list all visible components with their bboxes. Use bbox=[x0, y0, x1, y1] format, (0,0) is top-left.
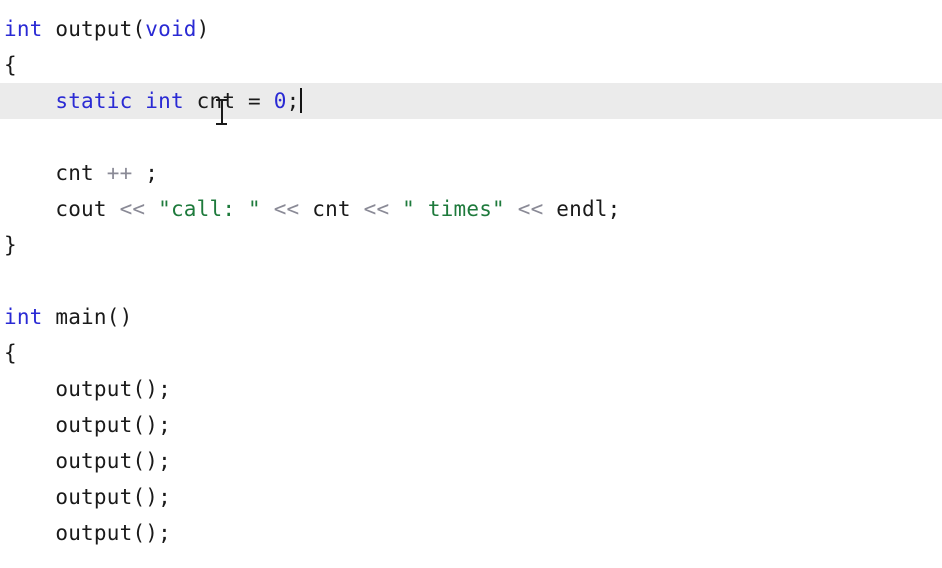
code-token-plain: ; bbox=[158, 413, 171, 437]
code-text-area[interactable]: int output(void){ static int cnt = 0; cn… bbox=[0, 11, 942, 551]
code-token-plain: () bbox=[132, 377, 159, 401]
code-token-plain: output bbox=[55, 485, 133, 509]
code-token-plain: output bbox=[55, 377, 133, 401]
code-line[interactable]: int output(void) bbox=[0, 11, 942, 47]
code-line[interactable]: } bbox=[0, 227, 942, 263]
code-token-number: 0 bbox=[273, 89, 287, 113]
code-token-keyword: void bbox=[145, 17, 197, 41]
code-token-plain: ; bbox=[158, 485, 171, 509]
code-token-string: " times" bbox=[402, 197, 505, 221]
code-token-plain: = bbox=[248, 89, 261, 113]
code-token-operator: ++ bbox=[106, 161, 133, 185]
code-token-plain: cnt bbox=[312, 197, 351, 221]
code-token-operator: << bbox=[119, 197, 146, 221]
code-token-plain: () bbox=[132, 485, 159, 509]
code-token-keyword: int bbox=[145, 89, 184, 113]
code-token-plain: { bbox=[4, 341, 17, 365]
code-token-plain: main bbox=[55, 305, 107, 329]
code-line[interactable]: static int cnt = 0; bbox=[0, 83, 942, 119]
code-token-plain: } bbox=[4, 233, 17, 257]
code-token-plain: cnt bbox=[196, 89, 236, 113]
code-token-plain: () bbox=[132, 413, 159, 437]
code-token-plain: cnt bbox=[55, 161, 94, 185]
code-token-plain: output bbox=[55, 521, 133, 545]
code-token-plain: () bbox=[106, 305, 133, 329]
code-line[interactable]: int main() bbox=[0, 299, 942, 335]
code-token-plain: output bbox=[55, 413, 133, 437]
code-line[interactable] bbox=[0, 119, 942, 155]
code-token-plain: ; bbox=[145, 161, 159, 185]
code-token-keyword: static bbox=[55, 89, 133, 113]
code-token-plain: ; bbox=[158, 521, 171, 545]
code-line[interactable]: output(); bbox=[0, 443, 942, 479]
code-line[interactable]: { bbox=[0, 335, 942, 371]
code-token-plain: cout bbox=[55, 197, 107, 221]
code-line[interactable]: cnt ++ ; bbox=[0, 155, 942, 191]
code-token-plain: () bbox=[132, 521, 159, 545]
code-token-plain: ) bbox=[196, 17, 210, 41]
code-token-plain: endl bbox=[556, 197, 608, 221]
code-token-plain: output bbox=[55, 17, 133, 41]
code-line[interactable]: output(); bbox=[0, 407, 942, 443]
code-token-keyword: int bbox=[4, 17, 43, 41]
code-line[interactable] bbox=[0, 263, 942, 299]
code-line[interactable]: cout << "call: " << cnt << " times" << e… bbox=[0, 191, 942, 227]
code-token-operator: << bbox=[517, 197, 544, 221]
code-token-string: "call: " bbox=[158, 197, 261, 221]
code-token-plain: ( bbox=[132, 17, 146, 41]
code-token-plain: output bbox=[55, 449, 133, 473]
code-token-plain: ; bbox=[607, 197, 621, 221]
code-editor[interactable]: int output(void){ static int cnt = 0; cn… bbox=[0, 0, 942, 568]
code-token-plain: ; bbox=[158, 449, 171, 473]
code-token-operator: << bbox=[363, 197, 390, 221]
code-line[interactable]: output(); bbox=[0, 371, 942, 407]
code-line[interactable]: output(); bbox=[0, 515, 942, 551]
code-line[interactable]: output(); bbox=[0, 479, 942, 515]
code-token-plain: ; bbox=[158, 377, 171, 401]
code-token-plain: ; bbox=[286, 89, 300, 113]
code-line[interactable]: { bbox=[0, 47, 942, 83]
code-token-plain: { bbox=[4, 53, 17, 77]
text-caret bbox=[300, 88, 303, 113]
code-token-keyword: int bbox=[4, 305, 43, 329]
code-token-plain: () bbox=[132, 449, 159, 473]
code-token-operator: << bbox=[273, 197, 300, 221]
